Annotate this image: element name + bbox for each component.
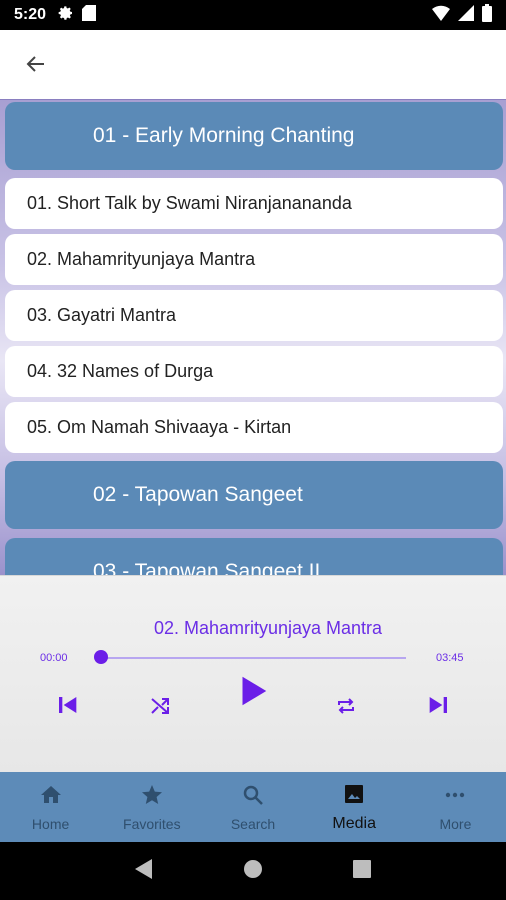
- more-horizontal-icon: [443, 783, 467, 812]
- skip-previous-icon: [51, 689, 83, 726]
- media-list[interactable]: 01 - Early Morning Chanting 01. Short Ta…: [0, 100, 506, 575]
- sd-card-icon: [82, 4, 97, 26]
- skip-next-icon: [423, 689, 455, 726]
- system-navigation-bar: [0, 842, 506, 900]
- repeat-icon: [334, 694, 358, 723]
- star-icon: [140, 783, 164, 812]
- nav-label: Home: [31, 815, 70, 832]
- seek-bar[interactable]: [100, 657, 406, 659]
- nav-label: Media: [332, 814, 376, 832]
- track-title: 03. Gayatri Mantra: [27, 305, 177, 325]
- now-playing-title: 02. Mahamrityunjaya Mantra: [153, 618, 383, 638]
- nav-label: Search: [230, 815, 276, 832]
- track-item[interactable]: 03. Gayatri Mantra: [5, 290, 503, 341]
- track-item[interactable]: 05. Om Namah Shivaaya - Kirtan: [5, 402, 503, 453]
- track-item[interactable]: 04. 32 Names of Durga: [5, 346, 503, 397]
- status-time: 5:20: [14, 6, 47, 23]
- album-title: 01 - Early Morning Chanting: [93, 124, 355, 147]
- play-button[interactable]: [232, 673, 272, 713]
- wifi-icon: [432, 5, 450, 26]
- signal-icon: [458, 4, 474, 26]
- system-home-button[interactable]: [238, 856, 268, 886]
- nav-item-media[interactable]: Media: [304, 772, 405, 842]
- album-header[interactable]: 01 - Early Morning Chanting: [5, 102, 503, 170]
- track-item[interactable]: 02. Mahamrityunjaya Mantra: [5, 234, 503, 285]
- repeat-button[interactable]: [331, 693, 361, 723]
- track-title: 04. 32 Names of Durga: [27, 361, 214, 381]
- track-item[interactable]: 01. Short Talk by Swami Niranjanananda: [5, 178, 503, 229]
- search-icon: [241, 783, 265, 812]
- shuffle-button[interactable]: [145, 693, 175, 723]
- shuffle-icon: [148, 694, 172, 723]
- seek-thumb[interactable]: [94, 650, 108, 664]
- nav-item-search[interactable]: Search: [202, 772, 303, 842]
- battery-icon: [482, 3, 492, 27]
- home-icon: [39, 783, 63, 812]
- track-title: 05. Om Namah Shivaaya - Kirtan: [27, 417, 292, 437]
- bottom-navigation: Home Favorites Search Media More: [0, 772, 506, 842]
- circle-home-icon: [242, 858, 264, 885]
- nav-item-home[interactable]: Home: [0, 772, 101, 842]
- next-button[interactable]: [422, 690, 456, 724]
- status-bar: 5:20: [0, 0, 506, 30]
- play-icon: [233, 672, 271, 715]
- track-title: 01. Short Talk by Swami Niranjanananda: [27, 193, 352, 213]
- elapsed-time: 00:00: [40, 652, 68, 664]
- previous-button[interactable]: [50, 690, 84, 724]
- back-button[interactable]: [22, 52, 50, 80]
- album-title: 02 - Tapowan Sangeet: [93, 483, 303, 506]
- nav-item-more[interactable]: More: [405, 772, 506, 842]
- album-header[interactable]: 02 - Tapowan Sangeet: [5, 461, 503, 529]
- total-time: 03:45: [436, 652, 464, 664]
- nav-label: More: [439, 815, 472, 832]
- square-recents-icon: [352, 859, 372, 884]
- system-recents-button[interactable]: [347, 856, 377, 886]
- triangle-back-icon: [134, 858, 154, 885]
- system-back-button[interactable]: [129, 856, 159, 886]
- media-player: 02. Mahamrityunjaya Mantra 00:00 03:45: [0, 575, 506, 772]
- album-header[interactable]: 03 - Tapowan Sangeet II: [5, 538, 503, 575]
- image-icon: [342, 782, 366, 811]
- nav-label: Favorites: [123, 815, 181, 832]
- track-title: 02. Mahamrityunjaya Mantra: [27, 249, 256, 269]
- arrow-left-icon: [24, 52, 48, 81]
- app-bar: [0, 30, 506, 100]
- gear-icon: [58, 5, 74, 26]
- nav-item-favorites[interactable]: Favorites: [101, 772, 202, 842]
- album-title: 03 - Tapowan Sangeet II: [93, 560, 321, 575]
